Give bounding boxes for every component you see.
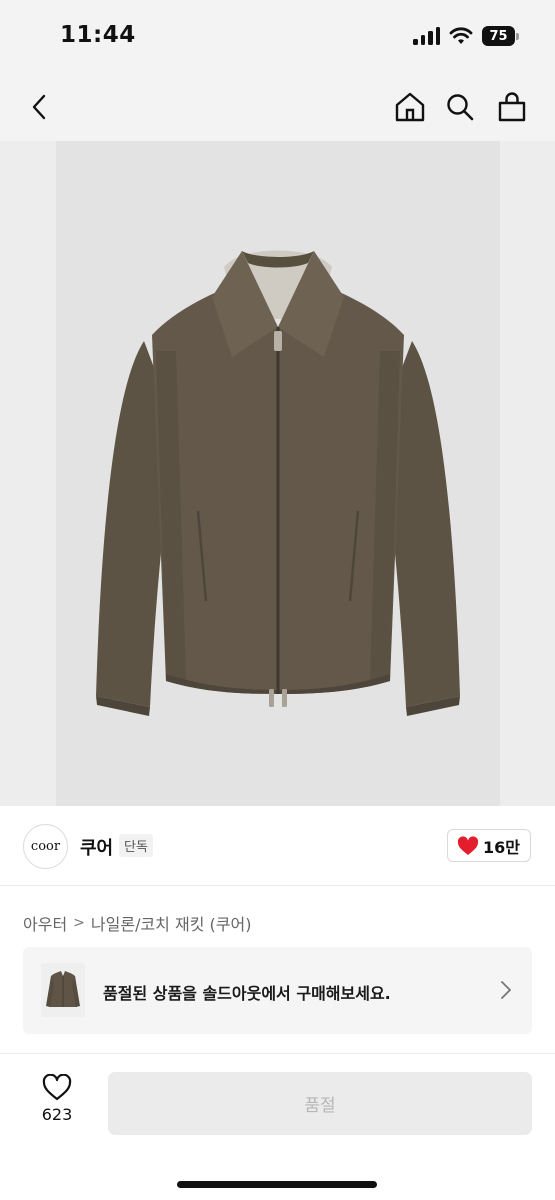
status-time: 11:44	[60, 22, 136, 48]
top-nav-bar	[0, 75, 555, 141]
back-icon	[32, 94, 46, 120]
breadcrumb-category[interactable]: 아우터	[23, 911, 67, 935]
jacket-illustration	[96, 250, 460, 716]
cart-button[interactable]	[492, 87, 532, 127]
chevron-right-icon: >	[73, 915, 85, 931]
brand-name[interactable]: 쿠어	[80, 834, 113, 860]
shopping-bag-icon	[498, 92, 526, 122]
product-image-area[interactable]	[0, 141, 555, 806]
brand-logo[interactable]: coor	[23, 824, 68, 869]
status-icons: 75	[413, 26, 519, 46]
signal-icon	[413, 27, 440, 45]
home-icon	[395, 92, 425, 122]
buy-button-disabled: 품절	[108, 1072, 532, 1135]
wishlist-button[interactable]: 623	[32, 1074, 82, 1124]
status-bar: 11:44 75	[0, 0, 555, 75]
search-icon	[447, 94, 474, 121]
product-photo	[56, 141, 500, 806]
heart-filled-icon	[457, 835, 479, 855]
brand-like-button[interactable]: 16만	[447, 829, 531, 862]
chevron-right-icon	[501, 981, 511, 999]
wifi-icon	[449, 27, 473, 44]
wishlist-count: 623	[41, 1105, 73, 1124]
battery-level: 75	[482, 26, 515, 46]
breadcrumb-subcategory[interactable]: 나일론/코치 재킷 (쿠어)	[91, 911, 252, 935]
heart-outline-icon	[42, 1074, 72, 1101]
brand-like-count: 16만	[483, 837, 520, 857]
breadcrumb: 아우터 > 나일론/코치 재킷 (쿠어)	[23, 911, 251, 935]
bottom-bar-divider	[0, 1053, 555, 1054]
home-button[interactable]	[390, 87, 430, 127]
banner-text: 품절된 상품을 솔드아웃에서 구매해보세요.	[103, 984, 391, 1003]
home-indicator	[177, 1181, 377, 1188]
back-button[interactable]	[20, 87, 60, 127]
soldout-market-banner[interactable]: 품절된 상품을 솔드아웃에서 구매해보세요.	[23, 947, 532, 1034]
banner-product-thumbnail	[41, 963, 85, 1017]
brand-row: coor 쿠어 단독 16만	[0, 806, 555, 886]
search-button[interactable]	[440, 87, 480, 127]
battery-icon: 75	[482, 26, 519, 46]
exclusive-badge: 단독	[119, 834, 153, 857]
